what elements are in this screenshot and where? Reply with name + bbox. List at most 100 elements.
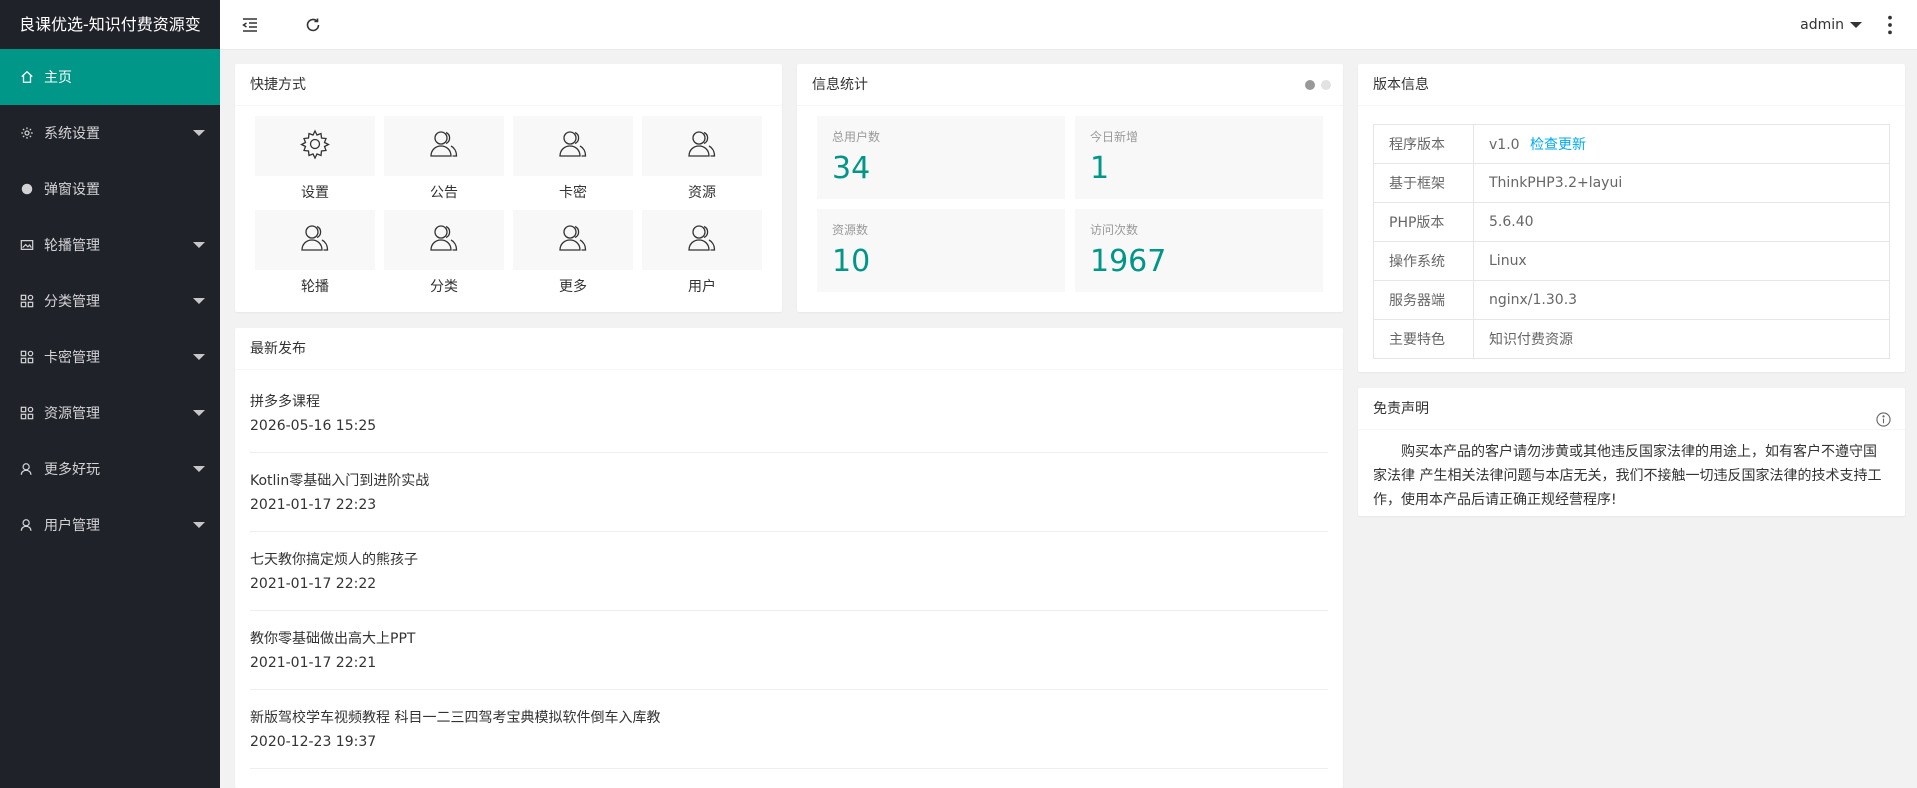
sidebar-item-label: 弹窗设置 [44,182,100,198]
quick-item-label: 资源 [688,185,716,201]
list-item[interactable]: 新版驾校学车视频教程 科目一二三四驾考宝典模拟软件倒车入库教 2020-12-2… [250,690,1328,769]
table-row: 基于框架 ThinkPHP3.2+layui [1373,163,1890,203]
quick-item-card-key[interactable]: 卡密 [513,116,633,210]
quick-item-label: 分类 [430,279,458,295]
stat-label: 总用户数 [832,130,881,144]
user-menu[interactable]: admin [1800,0,1862,50]
more-vertical-icon[interactable] [1878,13,1902,37]
card-title: 版本信息 [1358,64,1905,106]
card-title: 信息统计 [797,64,1343,106]
table-value: v1.0 检查更新 [1473,124,1890,164]
quick-item-label: 更多 [559,279,587,295]
table-value: 知识付费资源 [1473,319,1890,359]
quick-item-announcement[interactable]: 公告 [384,116,504,210]
list-item[interactable]: 七天教你搞定烦人的熊孩子 2021-01-17 22:22 [250,532,1328,611]
quick-item-resources[interactable]: 资源 [642,116,762,210]
version-card: 版本信息 程序版本 v1.0 检查更新 基于框架 ThinkPHP3.2+lay… [1358,64,1905,372]
quick-item-settings[interactable]: 设置 [255,116,375,210]
sidebar-item-label: 用户管理 [44,518,100,534]
caret-down-icon [193,130,205,136]
users-icon [686,128,718,164]
users-icon [428,128,460,164]
quick-item-users[interactable]: 用户 [642,210,762,304]
refresh-icon[interactable] [301,13,325,37]
sidebar-item-popup-settings[interactable]: 弹窗设置 [0,161,220,217]
stat-label: 资源数 [832,223,869,237]
news-title[interactable]: 教你零基础做出高大上PPT [250,629,1328,649]
table-row: 主要特色 知识付费资源 [1373,319,1890,359]
table-key: 主要特色 [1373,319,1474,359]
sidebar-item-card-key[interactable]: 卡密管理 [0,329,220,385]
caret-down-icon [193,354,205,360]
disclaimer-title: 免责声明 [1373,401,1429,417]
users-icon [428,222,460,258]
list-item[interactable]: 拼多多课程 2026-05-16 15:25 [250,374,1328,453]
sidebar-item-label: 轮播管理 [44,238,100,254]
news-time: 2021-01-17 22:21 [250,655,377,671]
sidebar-item-label: 资源管理 [44,406,100,422]
stat-visits: 访问次数 1967 [1075,209,1323,292]
carousel-indicator [1305,80,1331,90]
menu-toggle-icon[interactable] [238,13,262,37]
quick-item-carousel[interactable]: 轮播 [255,210,375,304]
sidebar-item-system-settings[interactable]: 系统设置 [0,105,220,161]
users-icon [557,222,589,258]
disclaimer-text: 购买本产品的客户请勿涉黄或其他违反国家法律的用途上，如有客户不遵守国家法律 产生… [1373,444,1882,508]
carousel-dot-active[interactable] [1305,80,1315,90]
circle-icon [20,182,34,196]
table-value: nginx/1.30.3 [1473,280,1890,320]
quick-item-label: 设置 [301,185,329,201]
caret-down-icon [193,522,205,528]
info-icon[interactable] [1876,402,1891,427]
card-title: 最新发布 [235,328,1343,370]
check-update-link[interactable]: 检查更新 [1530,137,1586,153]
stat-total-users: 总用户数 34 [817,116,1065,199]
table-key: 操作系统 [1373,241,1474,281]
sidebar-item-user-management[interactable]: 用户管理 [0,497,220,553]
sidebar-item-category[interactable]: 分类管理 [0,273,220,329]
news-title[interactable]: 拼多多课程 [250,392,1328,412]
caret-down-icon [193,466,205,472]
quick-item-label: 卡密 [559,185,587,201]
user-icon [20,518,34,532]
caret-down-icon [193,298,205,304]
news-title[interactable]: 七天教你搞定烦人的熊孩子 [250,550,1328,570]
username: admin [1800,17,1844,33]
sidebar-item-home[interactable]: 主页 [0,49,220,105]
latest-news-card: 最新发布 拼多多课程 2026-05-16 15:25 Kotlin零基础入门到… [235,328,1343,788]
app-icon [20,406,34,420]
sidebar-item-label: 卡密管理 [44,350,100,366]
carousel-dot[interactable] [1321,80,1331,90]
quick-access-card: 快捷方式 设置 公告 卡密 资源 轮播 分类 更多 用户 [235,64,782,312]
news-time: 2021-01-17 22:23 [250,497,377,513]
caret-down-icon [193,410,205,416]
table-key: 基于框架 [1373,163,1474,203]
quick-item-more[interactable]: 更多 [513,210,633,304]
quick-item-label: 轮播 [301,279,329,295]
stat-value: 34 [832,151,871,186]
list-item[interactable]: Kotlin零基础入门到进阶实战 2021-01-17 22:23 [250,453,1328,532]
news-title[interactable]: Kotlin零基础入门到进阶实战 [250,471,1328,491]
list-item[interactable]: 教你零基础做出高大上PPT 2021-01-17 22:21 [250,611,1328,690]
stat-label: 访问次数 [1090,223,1139,237]
stat-label: 今日新增 [1090,130,1139,144]
table-key: 服务器端 [1373,280,1474,320]
sidebar-item-label: 分类管理 [44,294,100,310]
image-icon [20,238,34,252]
quick-item-label: 公告 [430,185,458,201]
quick-item-category[interactable]: 分类 [384,210,504,304]
version-number: v1.0 [1489,137,1520,153]
users-icon [686,222,718,258]
sidebar-item-carousel[interactable]: 轮播管理 [0,217,220,273]
stat-value: 1967 [1090,244,1167,279]
sidebar-item-more-fun[interactable]: 更多好玩 [0,441,220,497]
top-header: admin [220,0,1917,50]
news-title[interactable]: 新版驾校学车视频教程 科目一二三四驾考宝典模拟软件倒车入库教 [250,708,1328,728]
sidebar-item-resources[interactable]: 资源管理 [0,385,220,441]
stat-value: 1 [1090,151,1110,186]
sidebar-item-label: 主页 [44,70,72,86]
table-key: 程序版本 [1373,124,1474,164]
caret-down-icon [1850,22,1862,28]
news-time: 2021-01-17 22:22 [250,576,377,592]
table-key: PHP版本 [1373,202,1474,242]
